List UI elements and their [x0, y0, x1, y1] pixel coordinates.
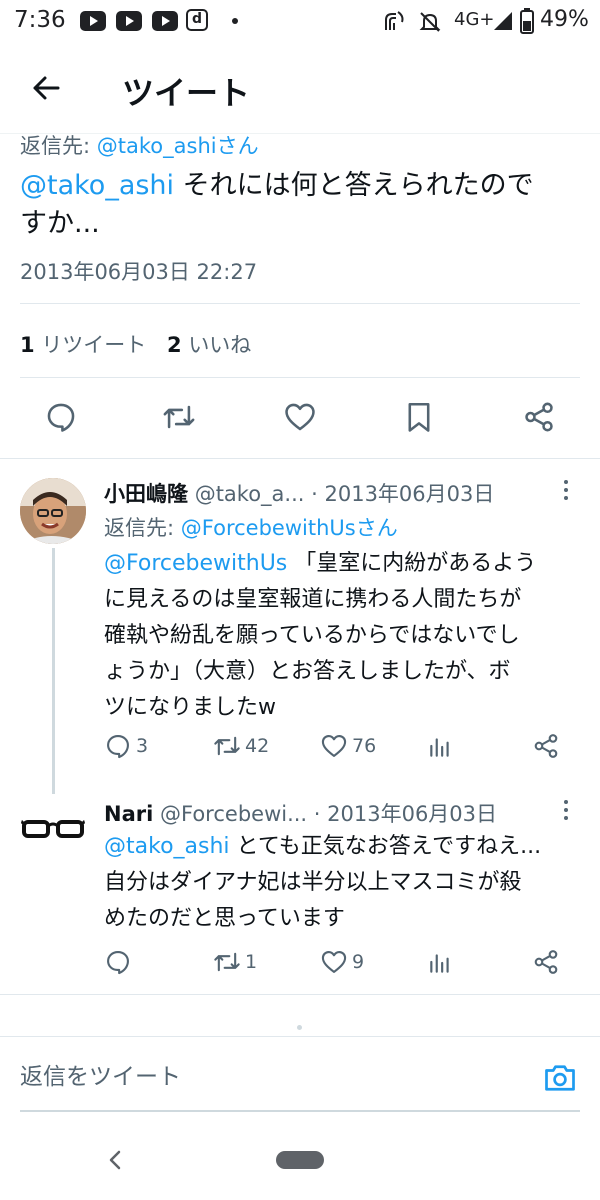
- share-icon[interactable]: [532, 732, 560, 760]
- more-options-icon[interactable]: [560, 478, 572, 502]
- tweet-text-line: 「皇室に内紛があるよう: [287, 551, 537, 576]
- divider: [0, 994, 600, 995]
- like-count: 9: [352, 951, 365, 973]
- nfc-icon: [385, 11, 404, 30]
- reply-icon[interactable]: [104, 948, 132, 976]
- analytics-icon[interactable]: [427, 950, 453, 976]
- like-count: 76: [352, 735, 377, 757]
- divider: [0, 1036, 600, 1037]
- retweet-count[interactable]: 1: [20, 333, 35, 357]
- reply-icon[interactable]: [44, 400, 78, 434]
- tweet-text-line: に見えるのは皇室報道に携わる人間たちが: [104, 587, 522, 612]
- tweet-text-line: とても正気なお答えですねえ...: [229, 834, 542, 859]
- more-options-icon[interactable]: [560, 798, 572, 822]
- like-action[interactable]: 9: [320, 948, 364, 976]
- youtube-notification-icon: [116, 11, 142, 31]
- like-heart-icon[interactable]: [320, 732, 348, 760]
- reply-to: 返信先: @ForcebewithUsさん: [104, 512, 398, 542]
- bookmark-icon[interactable]: [402, 400, 436, 434]
- like-label[interactable]: いいね: [188, 333, 251, 357]
- compose-underline: [20, 1110, 580, 1112]
- tweet-text-line: すか...: [20, 208, 100, 239]
- reply-text: @ForcebewithUs 「皇室に内紛があるよう に見えるのは皇室報道に携わ…: [104, 546, 594, 726]
- home-gesture-pill[interactable]: [276, 1151, 324, 1169]
- reply-header: Nari @Forcebewi... · 2013年06月03日: [104, 798, 497, 828]
- tweet-datetime: 2013年06月03日 22:27: [20, 260, 258, 284]
- user-name[interactable]: 小田嶋隆: [104, 482, 188, 506]
- app-header: ツイート: [0, 44, 600, 134]
- retweet-count: 42: [245, 735, 270, 757]
- share-icon[interactable]: [532, 948, 560, 976]
- camera-icon[interactable]: [542, 1060, 578, 1096]
- tweet-text-line: 確執や紛乱を願っているからではないでし: [104, 623, 520, 648]
- glasses-avatar-image: [20, 798, 86, 864]
- mute-icon: [419, 12, 441, 32]
- reply-action[interactable]: 3: [104, 732, 148, 760]
- tweet-text-line: めたのだと思っています: [104, 906, 345, 931]
- reply-header: 小田嶋隆 @tako_a... · 2013年06月03日: [104, 478, 494, 508]
- status-time: 7:36: [14, 7, 66, 33]
- reply-date: · 2013年06月03日: [313, 802, 498, 826]
- reply-action[interactable]: [104, 948, 132, 976]
- retweet-action[interactable]: 42: [213, 732, 269, 760]
- scroll-indicator-dot: [297, 1025, 302, 1030]
- youtube-notification-icon: [152, 11, 178, 31]
- reply-to-prefix: 返信先:: [20, 134, 97, 158]
- network-type: 4G+: [454, 9, 495, 30]
- tweet-text-line: それには何と答えられたので: [174, 170, 534, 201]
- status-bar: 7:36 d 4G+ 49%: [0, 0, 600, 44]
- tweet-stats: 1 リツイート 2 いいね: [20, 329, 251, 359]
- avatar[interactable]: [20, 798, 86, 864]
- retweet-action[interactable]: 1: [213, 948, 257, 976]
- back-arrow-icon[interactable]: [30, 72, 62, 104]
- retweet-icon[interactable]: [213, 732, 241, 760]
- avatar[interactable]: [20, 478, 86, 544]
- like-heart-icon[interactable]: [283, 400, 317, 434]
- retweet-icon[interactable]: [162, 400, 196, 434]
- main-reply-to: 返信先: @tako_ashiさん: [20, 130, 259, 160]
- youtube-notification-icon: [80, 11, 106, 31]
- more-notifications-dot: [232, 18, 238, 24]
- reply-icon[interactable]: [104, 732, 132, 760]
- share-icon[interactable]: [522, 400, 556, 434]
- reply-compose-input[interactable]: 返信をツイート: [20, 1044, 520, 1110]
- user-name[interactable]: Nari: [104, 802, 153, 826]
- analytics-icon[interactable]: [427, 734, 453, 760]
- main-tweet-text: @tako_ashi それには何と答えられたので すか...: [20, 167, 585, 243]
- divider: [20, 303, 580, 304]
- d-app-icon: d: [186, 9, 208, 31]
- user-handle[interactable]: @tako_a...: [195, 482, 305, 506]
- tweet-text-line: ツになりましたw: [104, 695, 276, 720]
- reply-count: 3: [136, 735, 149, 757]
- retweet-label[interactable]: リツイート: [41, 333, 146, 357]
- reply-date: · 2013年06月03日: [311, 482, 495, 506]
- mention-link[interactable]: @tako_ashi: [20, 170, 174, 201]
- mention-link[interactable]: @tako_ashi: [104, 834, 230, 859]
- like-heart-icon[interactable]: [320, 948, 348, 976]
- reply-to-link[interactable]: @ForcebewithUsさん: [181, 516, 398, 540]
- divider: [20, 377, 580, 378]
- thread-connector-line: [52, 548, 55, 794]
- retweet-count: 1: [245, 951, 258, 973]
- retweet-icon[interactable]: [213, 948, 241, 976]
- signal-icon: [494, 12, 512, 30]
- like-count[interactable]: 2: [167, 333, 182, 357]
- divider: [0, 458, 600, 459]
- page-title: ツイート: [122, 74, 251, 112]
- reply-to-link[interactable]: @tako_ashiさん: [97, 134, 259, 158]
- reply-to-prefix: 返信先:: [104, 516, 181, 540]
- avatar-photo: [20, 478, 86, 544]
- battery-percent: 49%: [540, 7, 589, 32]
- battery-icon: [520, 8, 534, 34]
- system-back-icon[interactable]: [104, 1148, 126, 1172]
- reply-text: @tako_ashi とても正気なお答えですねえ... 自分はダイアナ妃は半分以…: [104, 829, 594, 937]
- tweet-text-line: ょうか」（大意）とお答えしましたが、ボ: [104, 659, 511, 684]
- like-action[interactable]: 76: [320, 732, 376, 760]
- user-handle[interactable]: @Forcebewi...: [160, 802, 307, 826]
- mention-link[interactable]: @ForcebewithUs: [104, 551, 287, 576]
- tweet-text-line: 自分はダイアナ妃は半分以上マスコミが殺: [104, 870, 522, 895]
